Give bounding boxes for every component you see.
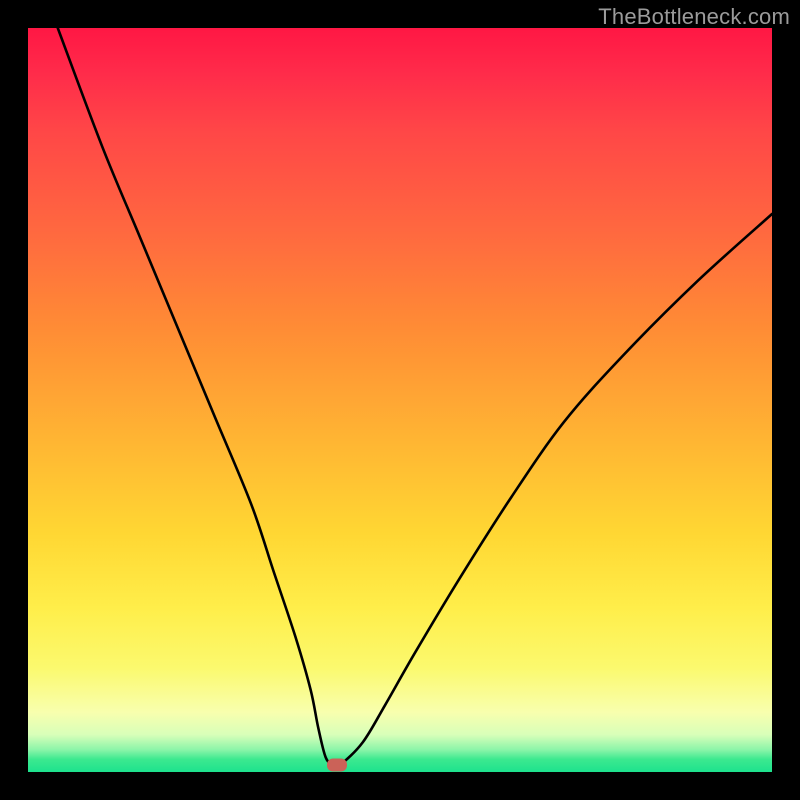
bottleneck-curve	[28, 28, 772, 772]
watermark-text: TheBottleneck.com	[598, 4, 790, 30]
chart-frame: TheBottleneck.com	[0, 0, 800, 800]
optimum-marker	[327, 758, 347, 771]
plot-area	[28, 28, 772, 772]
